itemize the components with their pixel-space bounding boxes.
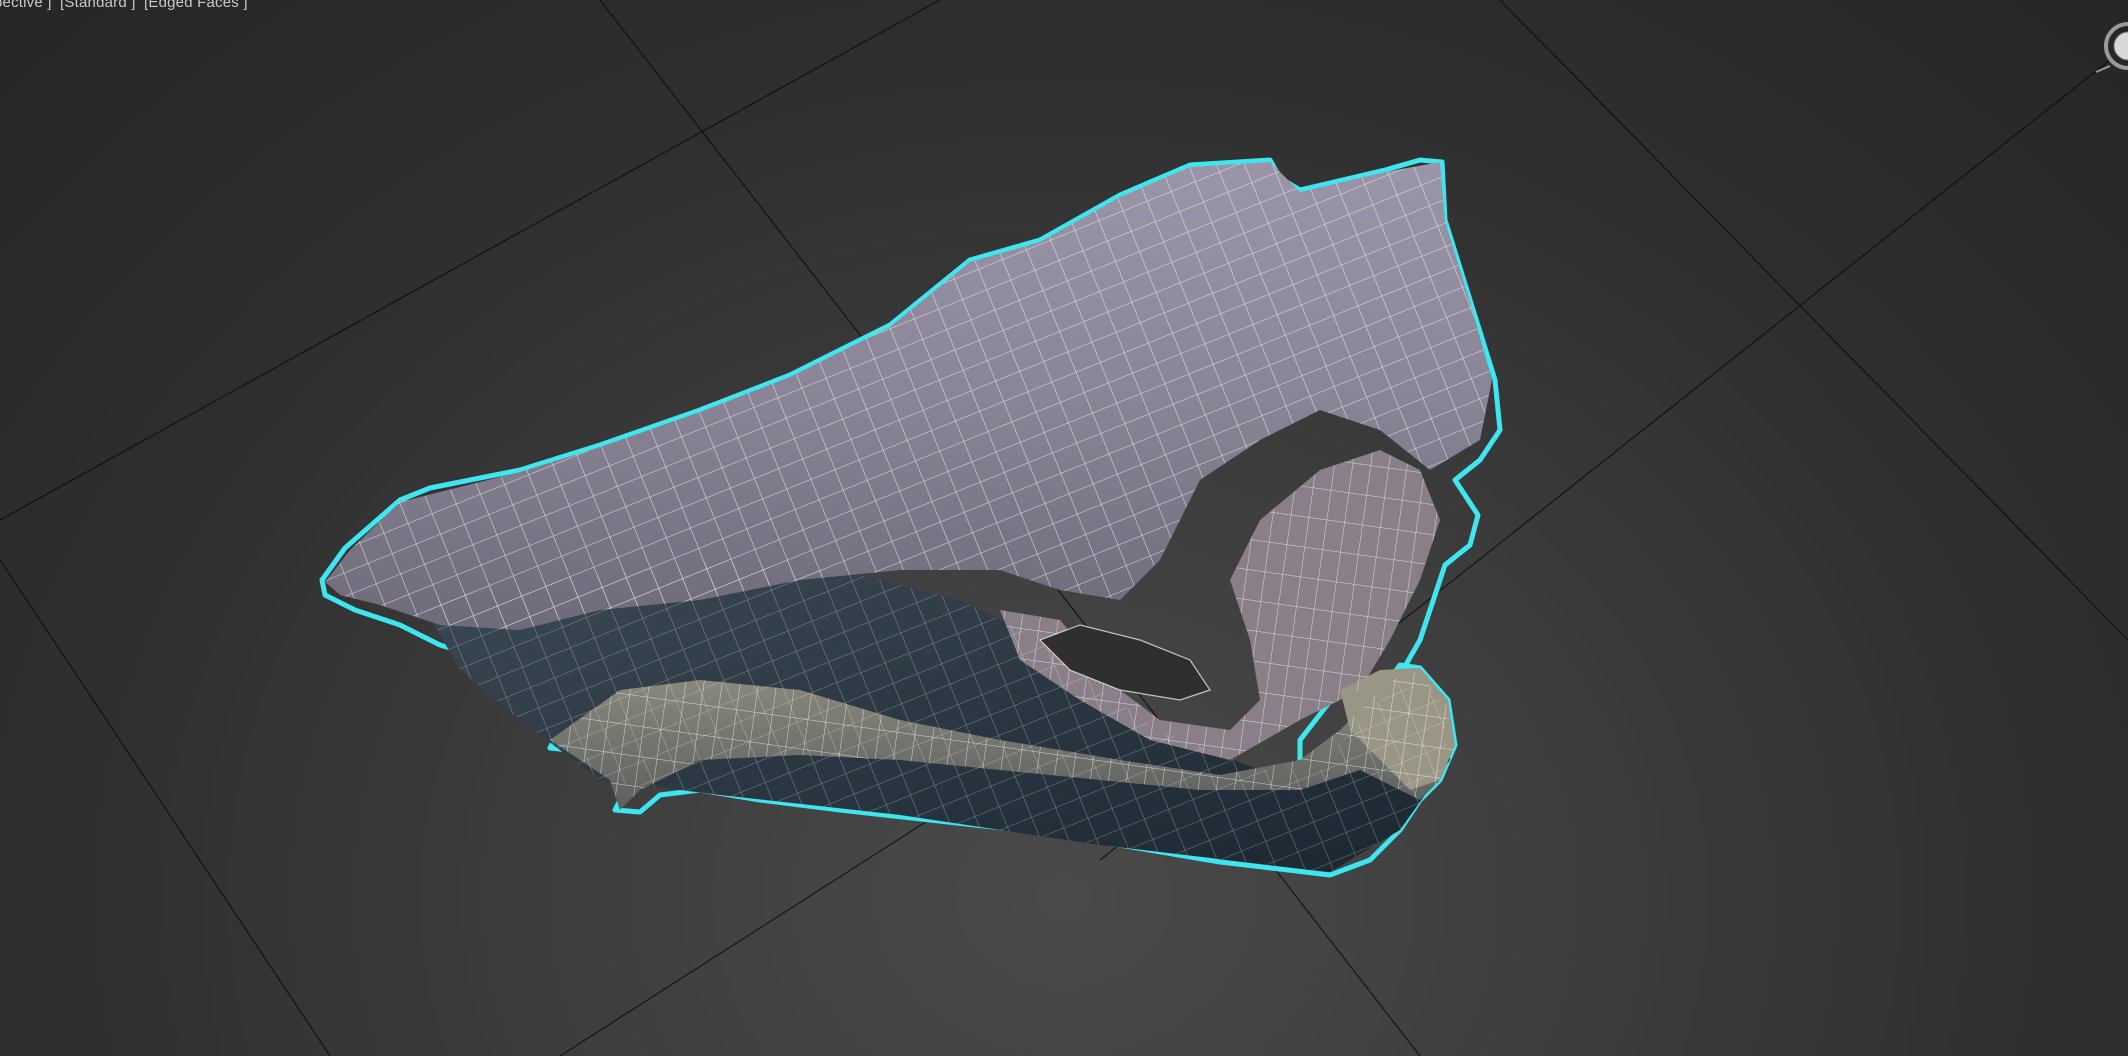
scene-canvas[interactable] <box>0 0 2128 1056</box>
grid-line <box>559 799 961 1056</box>
perspective-viewport[interactable]: pective ] [Standard ] [Edged Faces ] <box>0 0 2128 1056</box>
grid-line <box>0 559 331 1056</box>
viewcube-icon[interactable] <box>2088 14 2128 74</box>
grid-line <box>1499 0 2128 641</box>
skull-mesh[interactable] <box>319 157 1503 878</box>
